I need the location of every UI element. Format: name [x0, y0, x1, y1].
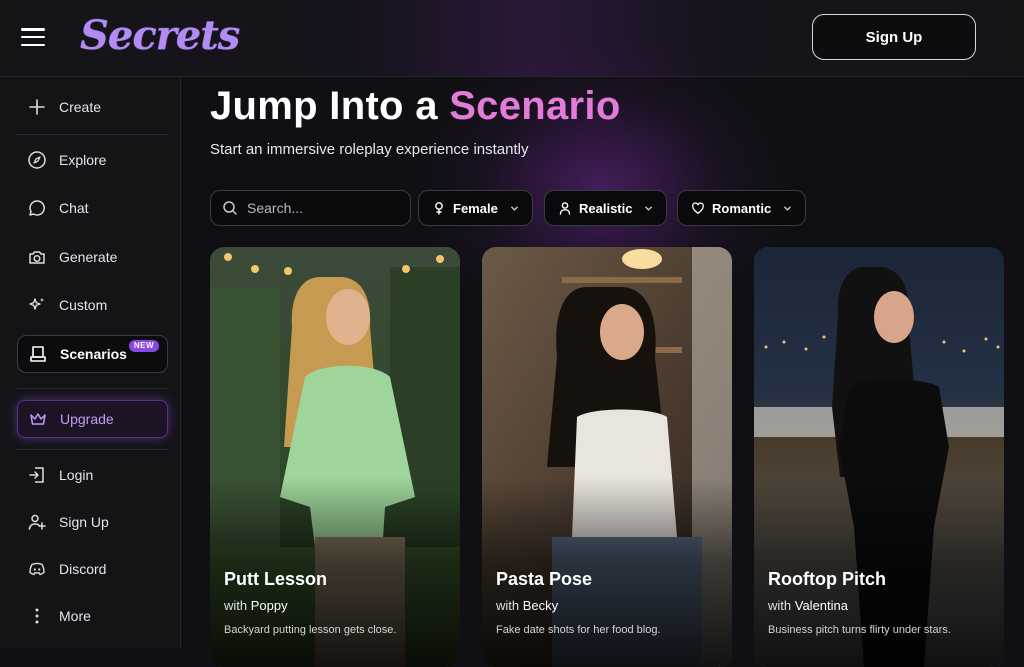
scenario-card[interactable]: Pasta Pose with Becky Fake date shots fo… — [482, 247, 732, 667]
search-icon — [223, 201, 237, 215]
filter-label: Realistic — [579, 200, 633, 216]
sidebar-divider — [17, 449, 168, 450]
sidebar-item-label: Generate — [59, 249, 118, 265]
page-subtitle: Start an immersive roleplay experience i… — [210, 141, 529, 158]
card-character: with Poppy — [224, 598, 288, 613]
page-title-prefix: Jump Into a — [210, 84, 438, 128]
sidebar-item-label: Login — [59, 467, 94, 483]
sidebar-divider — [17, 388, 168, 389]
crown-icon — [30, 413, 46, 425]
logo[interactable]: Secrets — [80, 10, 240, 62]
sidebar-item-upgrade[interactable]: Upgrade — [17, 400, 168, 438]
card-description: Fake date shots for her food blog. — [496, 624, 661, 636]
sidebar-item-discord[interactable]: Discord — [17, 550, 168, 588]
top-bar: Secrets Sign Up — [0, 0, 1024, 77]
card-title: Putt Lesson — [224, 569, 328, 589]
heart-icon — [692, 202, 704, 214]
plus-icon — [29, 99, 45, 115]
sidebar-item-more[interactable]: More — [17, 597, 168, 635]
chevron-down-icon — [510, 205, 518, 211]
card-description: Business pitch turns flirty under stars. — [768, 624, 951, 636]
search-box[interactable] — [210, 190, 411, 226]
camera-icon — [29, 251, 45, 264]
page-title: Jump Into a Scenario — [210, 84, 621, 129]
sidebar-item-custom[interactable]: Custom — [17, 286, 168, 324]
sidebar-item-explore[interactable]: Explore — [17, 141, 168, 179]
page-title-accent: Scenario — [449, 84, 621, 128]
search-input[interactable] — [247, 200, 397, 216]
scenario-card[interactable]: Rooftop Pitch with Valentina Business pi… — [754, 247, 1004, 667]
chevron-down-icon — [645, 205, 653, 211]
sidebar-item-label: Custom — [59, 297, 108, 313]
sidebar-item-label: Sign Up — [59, 514, 109, 530]
sidebar: Create Explore Chat Generate Custom Scen… — [0, 78, 181, 648]
sidebar-item-label: More — [59, 608, 91, 624]
login-icon — [29, 467, 44, 483]
sidebar-item-chat[interactable]: Chat — [17, 189, 168, 227]
user-plus-icon — [28, 514, 46, 530]
filter-label: Female — [453, 200, 498, 216]
filter-label: Romantic — [712, 200, 772, 216]
scenario-card[interactable]: Putt Lesson with Poppy Backyard putting … — [210, 247, 460, 667]
sidebar-item-sign-up[interactable]: Sign Up — [17, 503, 168, 541]
sidebar-item-label: Scenarios — [60, 346, 127, 362]
sidebar-item-scenarios[interactable]: Scenarios NEW — [17, 335, 168, 373]
discord-icon — [29, 562, 45, 576]
sidebar-item-login[interactable]: Login — [17, 456, 168, 494]
filter-theme-dropdown[interactable]: Romantic — [677, 190, 807, 226]
chat-bubble-icon — [29, 200, 45, 216]
more-vertical-icon — [35, 608, 39, 624]
sidebar-item-label: Explore — [59, 152, 107, 168]
sidebar-item-label: Upgrade — [60, 411, 114, 427]
sign-up-button[interactable]: Sign Up — [812, 14, 976, 60]
chevron-down-icon — [784, 205, 792, 211]
sidebar-item-create[interactable]: Create — [17, 88, 168, 126]
sidebar-item-generate[interactable]: Generate — [17, 238, 168, 276]
hamburger-menu-icon[interactable] — [21, 26, 45, 48]
filter-gender-dropdown[interactable]: Female — [418, 190, 533, 226]
card-title: Pasta Pose — [496, 569, 593, 589]
sidebar-item-label: Chat — [59, 200, 89, 216]
new-badge: NEW — [128, 340, 159, 352]
sidebar-item-label: Discord — [59, 561, 107, 577]
card-description: Backyard putting lesson gets close. — [224, 624, 397, 636]
compass-icon — [28, 151, 46, 169]
card-character: with Valentina — [768, 598, 848, 613]
sparkles-icon — [29, 298, 44, 310]
card-character: with Becky — [496, 598, 559, 613]
sidebar-item-label: Create — [59, 99, 102, 115]
card-title: Rooftop Pitch — [768, 569, 886, 589]
scenario-icon — [30, 346, 46, 362]
person-icon — [559, 202, 571, 215]
female-icon — [435, 202, 443, 215]
sidebar-divider — [17, 134, 168, 135]
filter-style-dropdown[interactable]: Realistic — [544, 190, 668, 226]
main-content: Jump Into a Scenario Start an immersive … — [182, 38, 1024, 667]
